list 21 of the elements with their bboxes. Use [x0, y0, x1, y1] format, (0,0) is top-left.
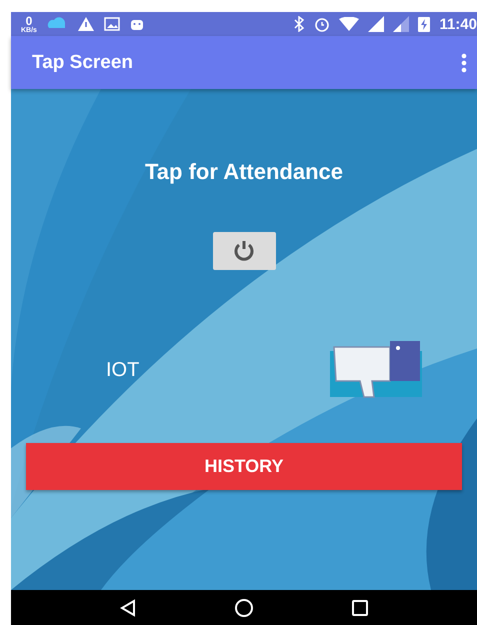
power-icon: [232, 240, 256, 262]
heading: Tap for Attendance: [144, 159, 343, 185]
home-icon[interactable]: [234, 598, 254, 618]
menu-icon[interactable]: [461, 52, 467, 72]
device-label: IOT: [106, 358, 140, 382]
power-button[interactable]: [212, 232, 276, 270]
history-button[interactable]: HISTORY: [26, 443, 462, 490]
back-icon[interactable]: [119, 598, 138, 616]
battery-icon: [418, 16, 430, 32]
warning-icon: [76, 16, 95, 32]
app-title: Tap Screen: [32, 52, 134, 74]
recents-icon[interactable]: [350, 598, 369, 616]
android-icon: [128, 17, 145, 31]
wifi-icon: [339, 17, 360, 31]
bluetooth-icon: [293, 16, 306, 32]
image-icon: [104, 17, 120, 31]
alarm-icon: [314, 16, 330, 32]
signal-icon: [368, 16, 384, 32]
clock-time: 11:40: [439, 16, 477, 32]
thumbs-down-icon: [330, 341, 422, 399]
signal-icon: [393, 16, 410, 32]
